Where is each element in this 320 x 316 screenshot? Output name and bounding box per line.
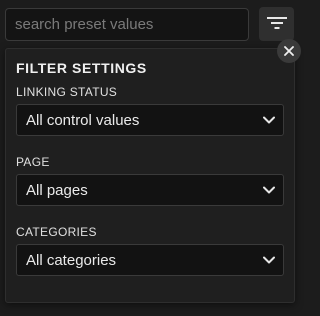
linking-status-select[interactable]: All control values [16, 104, 284, 136]
search-bar [0, 0, 305, 48]
panel-title: FILTER SETTINGS [16, 60, 147, 76]
categories-select[interactable]: All categories [16, 244, 284, 276]
filter-icon [266, 15, 287, 34]
chevron-down-icon [263, 256, 275, 264]
page-value: All pages [26, 181, 88, 199]
filter-settings-panel: FILTER SETTINGS LINKING STATUS All contr… [5, 48, 295, 303]
close-icon [284, 44, 294, 59]
linking-status-value: All control values [26, 111, 140, 129]
close-button[interactable] [277, 39, 301, 63]
filter-button[interactable] [259, 7, 294, 41]
page-select[interactable]: All pages [16, 174, 284, 206]
chevron-down-icon [263, 186, 275, 194]
linking-status-label: LINKING STATUS [16, 85, 118, 99]
chevron-down-icon [263, 116, 275, 124]
categories-label: CATEGORIES [16, 225, 97, 239]
categories-value: All categories [26, 251, 117, 269]
search-input[interactable] [5, 8, 249, 41]
page-label: PAGE [16, 155, 50, 169]
